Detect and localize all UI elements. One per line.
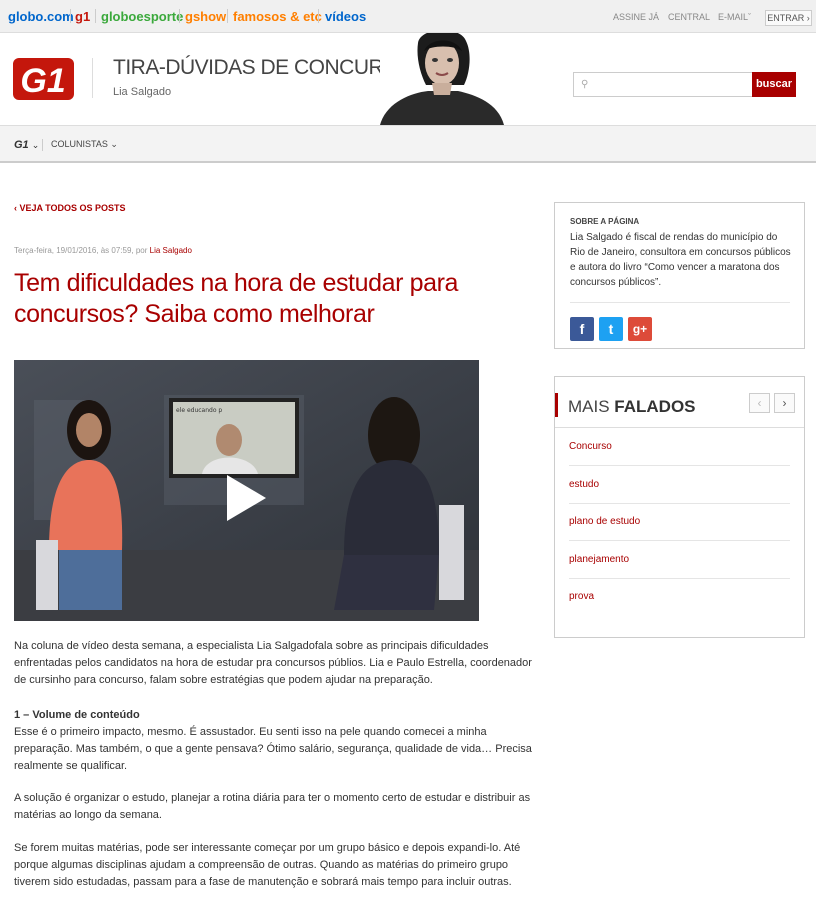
chevron-down-icon: ⌄ <box>31 140 40 150</box>
video-player[interactable]: ele educando p <box>14 360 479 621</box>
video-thumbnail: ele educando p <box>14 360 479 621</box>
about-heading: SOBRE A PÁGINA <box>570 217 640 226</box>
email-label: E-MAIL <box>718 12 749 22</box>
site-link-globo[interactable]: globo.com <box>8 9 74 24</box>
divider <box>569 578 790 579</box>
g1-logo-icon[interactable]: G1 <box>13 58 74 100</box>
nav-bar: G1 ⌄ COLUNISTAS ⌄ <box>0 125 816 163</box>
post-title: Tem dificuldades na hora de estudar para… <box>14 269 459 328</box>
login-label: ENTRAR <box>767 13 805 23</box>
trending-item-plano[interactable]: plano de estudo <box>569 516 640 527</box>
search-icon: ⚲ <box>581 79 589 90</box>
divider <box>569 503 790 504</box>
divider <box>92 58 93 98</box>
svg-text:G1: G1 <box>20 62 65 100</box>
nav-columnists-label: COLUNISTAS <box>51 139 108 149</box>
site-link-videos[interactable]: vídeos <box>325 9 366 24</box>
facebook-icon[interactable]: f <box>570 317 594 341</box>
nav-g1-menu[interactable]: G1 ⌄ <box>14 139 39 151</box>
about-text: Lia Salgado é fiscal de rendas do municí… <box>570 232 791 288</box>
twitter-icon[interactable]: t <box>599 317 623 341</box>
site-link-gshow[interactable]: gshow <box>185 9 226 24</box>
login-button[interactable]: ENTRAR › <box>765 10 812 26</box>
prev-arrow-icon[interactable]: ‹ <box>749 393 770 413</box>
blog-author: Lia Salgado <box>113 86 172 98</box>
about-box: SOBRE A PÁGINA Lia Salgado é fiscal de r… <box>554 202 805 349</box>
post-meta: Terça-feira, 19/01/2016, às 07:59, por L… <box>14 246 192 255</box>
accent-bar <box>555 393 558 417</box>
site-link-famosos[interactable]: famosos & etc <box>233 9 322 24</box>
post-author-link[interactable]: Lia Salgado <box>150 246 192 255</box>
trending-item-estudo[interactable]: estudo <box>569 479 599 490</box>
mais-falados-box: MAIS FALADOS ‹ › Concurso estudo plano d… <box>554 376 805 638</box>
search-input[interactable]: ⚲ <box>573 72 753 97</box>
all-posts-label: VEJA TODOS OS POSTS <box>19 203 126 213</box>
all-posts-link[interactable]: ‹ VEJA TODOS OS POSTS <box>14 203 126 213</box>
site-link-globoesporte[interactable]: globoesporte <box>101 9 183 24</box>
divider <box>70 9 71 23</box>
divider <box>95 9 96 23</box>
author-photo <box>380 33 520 125</box>
chevron-right-icon: › <box>806 13 810 23</box>
mais-falados-heading: MAIS FALADOS <box>568 397 696 417</box>
paragraph: Se forem muitas matérias, pode ser inter… <box>14 842 521 888</box>
email-link[interactable]: E-MAILˇ <box>718 12 751 22</box>
divider <box>555 427 804 428</box>
divider <box>42 139 43 151</box>
chevron-down-icon: ˇ <box>748 12 752 22</box>
nav-columnists-menu[interactable]: COLUNISTAS ⌄ <box>51 139 118 150</box>
divider <box>569 540 790 541</box>
post-date: Terça-feira, 19/01/2016, às 07:59, por <box>14 246 148 255</box>
subscribe-link[interactable]: ASSINE JÁ <box>613 12 659 22</box>
divider <box>179 9 180 23</box>
section-heading: 1 – Volume de conteúdo <box>14 709 140 721</box>
heading-bold: FALADOS <box>614 397 696 416</box>
video-screen-text: ele educando p <box>176 407 222 414</box>
nav-brand: G1 <box>14 139 29 151</box>
trending-item-concurso[interactable]: Concurso <box>569 441 612 452</box>
central-link[interactable]: CENTRAL <box>668 12 710 22</box>
next-arrow-icon[interactable]: › <box>774 393 795 413</box>
paragraph: Esse é o primeiro impacto, mesmo. É assu… <box>14 726 532 772</box>
search-button[interactable]: buscar <box>752 72 796 97</box>
site-link-g1[interactable]: g1 <box>75 9 90 24</box>
divider <box>318 9 319 23</box>
googleplus-icon[interactable]: g+ <box>628 317 652 341</box>
divider <box>227 9 228 23</box>
trending-item-prova[interactable]: prova <box>569 591 594 602</box>
trending-item-planejamento[interactable]: planejamento <box>569 554 629 565</box>
global-topbar: globo.com g1 globoesporte gshow famosos … <box>0 0 816 33</box>
search-field[interactable] <box>594 76 744 93</box>
paragraph: A solução é organizar o estudo, planejar… <box>14 792 531 821</box>
divider <box>570 302 790 303</box>
paragraph: Na coluna de vídeo desta semana, a espec… <box>14 640 532 686</box>
chevron-down-icon: ⌄ <box>110 139 118 149</box>
heading-light: MAIS <box>568 397 610 416</box>
divider <box>569 465 790 466</box>
